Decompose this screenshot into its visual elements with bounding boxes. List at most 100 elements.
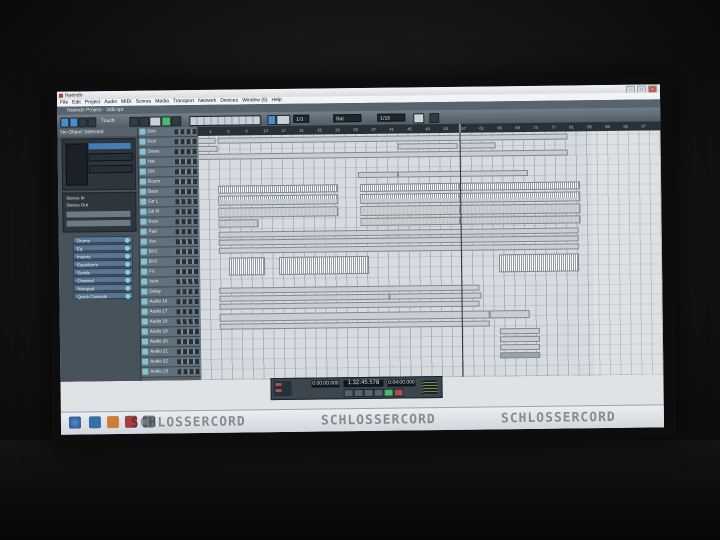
track-buttons[interactable] — [175, 259, 199, 265]
forward-button[interactable] — [139, 116, 150, 127]
track-name[interactable]: Pad — [149, 228, 157, 236]
infoline-toggle-button[interactable] — [78, 117, 88, 128]
track-buttons[interactable] — [175, 249, 198, 255]
audio-event[interactable] — [219, 300, 480, 310]
stop-button[interactable] — [149, 116, 162, 127]
track-buttons[interactable] — [174, 159, 197, 165]
audio-event[interactable] — [218, 184, 339, 194]
audio-event[interactable] — [460, 203, 581, 215]
automation-mode[interactable]: Touch — [101, 117, 114, 125]
track-name[interactable]: Audio 20 — [150, 337, 168, 345]
audio-event[interactable] — [278, 255, 370, 276]
track-name[interactable]: Audio 23 — [150, 367, 168, 375]
track-buttons[interactable] — [175, 229, 198, 235]
arrange-window[interactable] — [197, 130, 664, 380]
track-buttons[interactable] — [176, 338, 200, 345]
audio-event[interactable] — [460, 215, 581, 225]
audio-event[interactable] — [460, 181, 581, 191]
track-row[interactable]: Audio 23 — [141, 366, 202, 378]
inspector-section-inserts[interactable]: Inserts — [72, 251, 133, 260]
track-buttons[interactable] — [176, 328, 199, 335]
track-buttons[interactable] — [177, 348, 200, 355]
rewind-button[interactable] — [129, 116, 140, 127]
track-name[interactable]: BV2 — [149, 257, 158, 265]
output-routing[interactable]: Stereo Out — [66, 202, 88, 208]
media-icon[interactable] — [106, 415, 120, 429]
track-name[interactable]: BV1 — [149, 247, 158, 255]
track-name[interactable]: Snare — [148, 147, 160, 155]
track-name[interactable]: Audio 21 — [150, 347, 168, 355]
audio-event[interactable] — [360, 204, 461, 217]
color-button[interactable] — [413, 113, 425, 124]
audio-event[interactable] — [498, 253, 580, 273]
track-name[interactable]: Kick — [147, 138, 157, 146]
audio-event[interactable] — [218, 194, 339, 206]
track-buttons[interactable] — [177, 358, 200, 365]
left-locator-readout[interactable]: 0:00:00.000 — [311, 380, 340, 388]
audio-event[interactable] — [460, 191, 581, 203]
track-name[interactable]: Verb — [149, 277, 158, 285]
audio-event[interactable] — [197, 149, 568, 160]
audio-event[interactable] — [228, 257, 266, 276]
inspector-section-sends[interactable]: Sends — [73, 267, 134, 276]
playhead-marker[interactable] — [459, 123, 461, 133]
play-button[interactable] — [161, 116, 172, 127]
audio-event[interactable] — [218, 219, 259, 228]
track-name[interactable]: Audio 19 — [150, 327, 168, 335]
track-name[interactable]: Gtr R — [148, 207, 159, 215]
track-name[interactable]: Audio 16 — [149, 297, 167, 305]
section-toggle-icon[interactable] — [125, 277, 131, 283]
cycle-button[interactable] — [363, 388, 374, 397]
track-buttons[interactable] — [174, 139, 197, 145]
audio-event[interactable] — [459, 142, 496, 149]
input-routing[interactable]: Stereo In — [66, 195, 84, 201]
section-toggle-icon[interactable] — [124, 237, 130, 243]
track-buttons[interactable] — [175, 219, 198, 225]
audio-event[interactable] — [219, 293, 390, 302]
section-toggle-icon[interactable] — [125, 261, 131, 267]
track-buttons[interactable] — [175, 189, 198, 195]
track-name[interactable]: Vox — [149, 238, 157, 246]
track-name[interactable]: Gtr L — [148, 197, 158, 205]
inspector-section-drums[interactable]: Drums — [72, 235, 133, 244]
track-buttons[interactable] — [176, 299, 199, 305]
volume-field[interactable] — [88, 164, 133, 174]
audio-event[interactable] — [218, 206, 339, 218]
audio-event[interactable] — [360, 182, 461, 193]
track-name[interactable]: Keys — [148, 217, 158, 225]
track-buttons[interactable] — [177, 368, 200, 375]
inspector-section-equalizers[interactable]: Equalizers — [72, 259, 134, 268]
audio-event[interactable] — [489, 309, 530, 319]
audio-event[interactable] — [500, 343, 541, 351]
snap-type-selector[interactable] — [276, 114, 291, 126]
track-buttons[interactable] — [174, 169, 197, 175]
track-buttons[interactable] — [176, 279, 199, 285]
toolbar-extra-button[interactable] — [429, 113, 440, 124]
track-buttons[interactable] — [175, 239, 198, 245]
section-toggle-icon[interactable] — [124, 245, 130, 251]
track-name[interactable]: Room — [148, 177, 160, 185]
audio-event[interactable] — [360, 216, 461, 227]
track-buttons[interactable] — [176, 309, 199, 315]
track-name[interactable]: Hat — [148, 158, 155, 166]
track-buttons[interactable] — [174, 129, 197, 135]
track-name[interactable]: FX — [149, 268, 155, 276]
overview-toggle-button[interactable] — [87, 117, 97, 128]
track-name[interactable]: Audio 22 — [150, 357, 168, 365]
grid-value-field[interactable]: 1/3 — [293, 114, 310, 123]
audio-event[interactable] — [217, 133, 568, 144]
right-locator-readout[interactable]: 0:04:00.000 — [387, 379, 416, 387]
quantize-field[interactable]: 1/16 — [377, 113, 406, 122]
audio-event[interactable] — [197, 145, 218, 152]
track-name[interactable]: Drm — [147, 128, 156, 136]
audio-event[interactable] — [357, 171, 398, 179]
audio-event[interactable] — [360, 192, 461, 205]
inspector-section-notepad[interactable]: Notepad — [73, 283, 134, 292]
section-toggle-icon[interactable] — [124, 253, 130, 259]
rewind-button[interactable] — [343, 389, 354, 398]
explorer-icon[interactable] — [88, 416, 102, 429]
inspector-section-channel[interactable]: Channel — [73, 275, 134, 284]
grid-type-field[interactable]: Bar — [333, 113, 362, 123]
track-name[interactable]: Audio 18 — [150, 317, 168, 325]
inspector-section-quick-controls[interactable]: Quick Controls — [73, 291, 134, 300]
